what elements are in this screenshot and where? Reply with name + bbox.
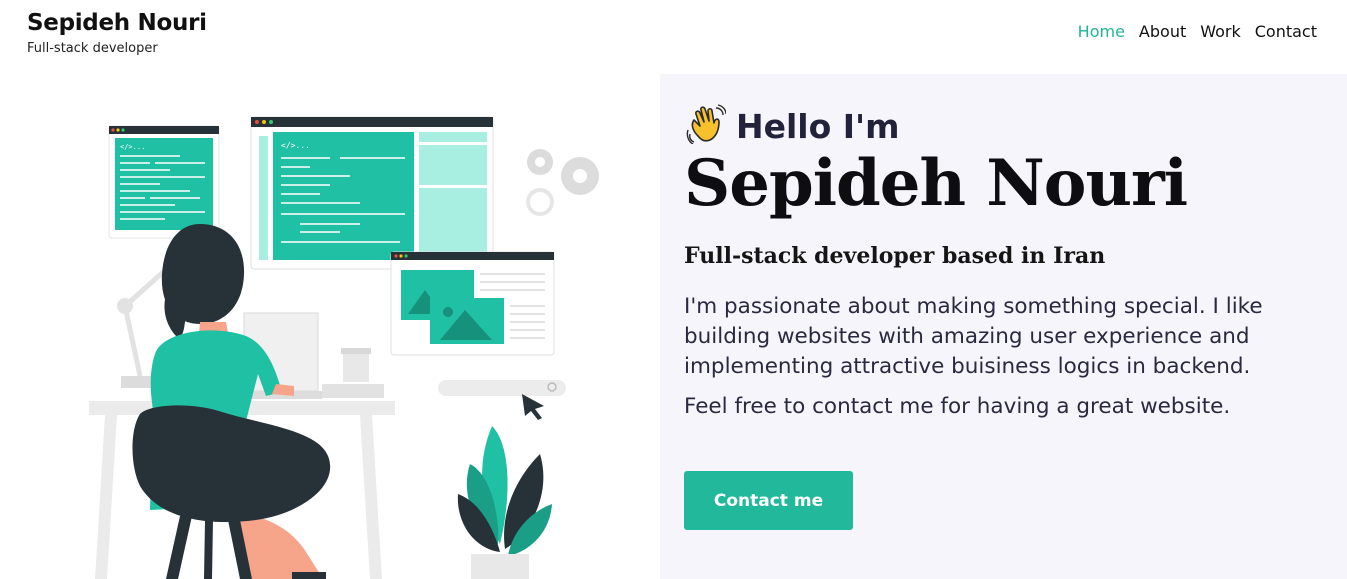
nav-work[interactable]: Work [1200,22,1241,41]
search-bar-graphic [438,380,566,396]
coffee-cup [322,348,384,398]
svg-text:</>...: </>... [281,141,310,150]
hero-cta-text: Feel free to contact me for having a gre… [684,394,1231,419]
developer-illustration: </>... </>... [0,74,660,579]
hero-description: I'm passionate about making something sp… [684,294,1263,379]
greeting-text: Hello I'm [736,106,900,146]
nav-contact[interactable]: Contact [1255,22,1317,41]
main-nav: Home About Work Contact [1078,22,1317,41]
gear-icon [526,149,599,216]
brand-subtitle: Full-stack developer [27,41,158,56]
cursor-icon [522,394,544,420]
hero-tagline: Full-stack developer based in Iran [684,243,1106,269]
contact-me-button[interactable]: Contact me [684,471,853,530]
nav-about[interactable]: About [1139,22,1186,41]
image-window [390,251,555,356]
site-header: Sepideh Nouri Full-stack developer Home … [0,0,1347,74]
nav-home[interactable]: Home [1078,22,1125,41]
hero-section: Hello I'm Sepideh Nouri Full-stack devel… [660,74,1347,579]
brand-name[interactable]: Sepideh Nouri [27,10,207,36]
code-label: </>... [120,143,145,151]
hero-name: Sepideh Nouri [684,146,1188,221]
potted-plant [457,426,552,579]
hello-heading: Hello I'm [686,104,900,148]
waving-hand-icon [686,104,727,148]
large-code-window: </>... [250,116,494,270]
small-code-window: </>... [108,125,220,239]
